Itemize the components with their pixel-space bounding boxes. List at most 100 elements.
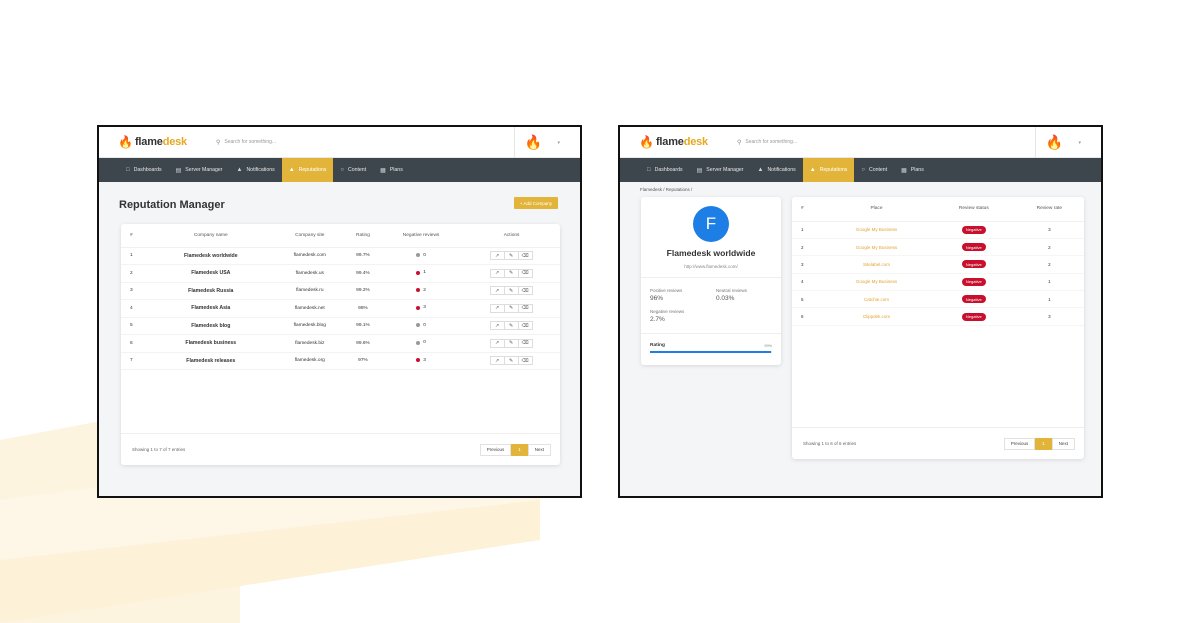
pagination-next[interactable]: Next [527, 443, 551, 456]
thumbs-up-icon: ▲ [809, 167, 816, 173]
pagination-page-1[interactable]: 1 [1035, 437, 1052, 450]
table-row: 3 Sitelabel.com Negative 2 [792, 255, 1084, 274]
companies-table-card: # Company name Company site Rating Negat… [121, 224, 560, 465]
top-bar: 🔥 flamedesk ⚲ Search for something... 🔥 … [620, 127, 1101, 158]
nav-item-server-manager[interactable]: ▤ Server Manager [169, 158, 230, 182]
pagination-previous[interactable]: Previous [479, 443, 512, 456]
table-row: 3 Flamedesk Russia flamedesk.ru 99.2% 2 ↗ ✎ ⌫ [121, 282, 560, 300]
place-link[interactable]: Sitelabel.com [863, 262, 890, 267]
nav-item-dashboards[interactable]: □ Dashboards [119, 158, 169, 182]
trash-icon[interactable]: ⌫ [517, 303, 533, 313]
row-number: 6 [121, 334, 149, 353]
search-placeholder: Search for something... [745, 139, 798, 145]
add-company-button[interactable]: + Add Company [513, 197, 558, 209]
pagination-previous[interactable]: Previous [1003, 437, 1036, 450]
column-header[interactable]: Review status [932, 197, 1015, 222]
pagination-next[interactable]: Next [1051, 437, 1075, 450]
rating-progress-fill [650, 351, 771, 353]
chart-line-icon[interactable]: ↗ [489, 338, 505, 348]
pencil-icon[interactable]: ✎ [503, 321, 519, 331]
breadcrumb[interactable]: Flamedesk / Reputations / [640, 187, 692, 192]
place-link[interactable]: Catchie.com [864, 297, 889, 302]
chart-line-icon[interactable]: ↗ [489, 321, 505, 331]
chart-line-icon[interactable]: ↗ [489, 303, 505, 313]
column-header[interactable]: Place [820, 197, 933, 222]
nav-item-content[interactable]: ○ Content [854, 158, 894, 182]
chart-line-icon[interactable]: ↗ [489, 286, 505, 296]
place-link[interactable]: Google My Business [856, 279, 897, 284]
nav-label: Plans [910, 167, 924, 173]
column-header[interactable]: Review rate [1014, 197, 1084, 222]
chart-icon: ▦ [901, 167, 907, 174]
pencil-icon[interactable]: ✎ [503, 286, 519, 296]
nav-item-reputations[interactable]: ▲ Reputations [281, 158, 334, 182]
table-row: 6 Clippdek.com Negative 3 [792, 307, 1084, 326]
trash-icon[interactable]: ⌫ [517, 321, 533, 331]
logo[interactable]: 🔥 flamedesk [639, 135, 737, 149]
top-bar: 🔥 flamedesk ⚲ Search for something... 🔥 … [99, 127, 580, 158]
flame-logo-icon: 🔥 [118, 135, 133, 149]
place-link[interactable]: Clippdek.com [863, 314, 890, 319]
pencil-icon[interactable]: ✎ [503, 251, 519, 261]
trash-icon[interactable]: ⌫ [517, 268, 533, 278]
place-link[interactable]: Google My Business [856, 245, 897, 250]
table-row: 6 Flamedesk business flamedesk.biz 99.6% 0 ↗ ✎… [121, 334, 560, 353]
search-icon: ⚲ [216, 139, 221, 146]
pencil-icon[interactable]: ✎ [503, 303, 519, 313]
nav-item-reputations[interactable]: ▲ Reputations [802, 158, 855, 182]
column-header[interactable]: Company name [149, 224, 273, 248]
nav-item-notifications[interactable]: ▲ Notifications [750, 158, 802, 182]
chart-line-icon[interactable]: ↗ [489, 268, 505, 278]
row-actions: ↗ ✎ ⌫ [489, 321, 533, 331]
column-header[interactable]: Negative reviews [378, 224, 464, 248]
status-dot-icon [416, 340, 421, 345]
status-badge: Negative [961, 243, 986, 252]
company-name: Flamedesk releases [149, 352, 273, 370]
nav-item-dashboards[interactable]: □ Dashboards [640, 158, 690, 182]
nav-item-content[interactable]: ○ Content [333, 158, 373, 182]
user-menu[interactable]: 🔥 ▾ [1035, 127, 1081, 158]
company-site: flamedesk.biz [272, 334, 347, 353]
user-menu[interactable]: 🔥 ▾ [514, 127, 560, 158]
stat-value: 96% [650, 295, 664, 302]
status-badge: Negative [961, 295, 986, 304]
pencil-icon[interactable]: ✎ [503, 268, 519, 278]
trash-icon[interactable]: ⌫ [517, 356, 533, 366]
company-url[interactable]: http://www.flamedesk.com/ [641, 264, 781, 269]
nav-item-plans[interactable]: ▦ Plans [894, 158, 931, 182]
positive-reviews-stat: Positive reviews 96% [650, 288, 682, 302]
negative-count: 2 [423, 287, 426, 293]
nav-item-notifications[interactable]: ▲ Notifications [229, 158, 281, 182]
chart-line-icon[interactable]: ↗ [489, 251, 505, 261]
pencil-icon[interactable]: ✎ [503, 338, 519, 348]
trash-icon[interactable]: ⌫ [517, 286, 533, 296]
status-dot-icon [416, 323, 421, 327]
rating-percent: 99% [764, 344, 772, 348]
column-header[interactable]: Rating [346, 224, 379, 248]
rating-value: 98% [346, 299, 379, 318]
nav-item-server-manager[interactable]: ▤ Server Manager [690, 158, 751, 182]
company-name: Flamedesk Asia [149, 299, 273, 318]
row-actions: ↗ ✎ ⌫ [489, 251, 533, 261]
company-profile-card: F Flamedesk worldwide http://www.flamede… [641, 197, 781, 365]
trash-icon[interactable]: ⌫ [517, 251, 533, 261]
logo[interactable]: 🔥 flamedesk [118, 135, 216, 149]
column-header[interactable]: Company site [272, 224, 347, 248]
pencil-icon[interactable]: ✎ [503, 356, 519, 366]
pagination-page-1[interactable]: 1 [511, 443, 528, 456]
chart-line-icon[interactable]: ↗ [489, 356, 505, 366]
search-input[interactable]: ⚲ Search for something... [737, 139, 797, 146]
trash-icon[interactable]: ⌫ [517, 338, 533, 348]
search-input[interactable]: ⚲ Search for something... [216, 139, 276, 146]
company-site: flamedesk.us [272, 264, 347, 283]
company-site: flamedesk.org [272, 352, 347, 370]
table-header-row: # Company name Company site Rating Negat… [121, 224, 560, 248]
place-link[interactable]: Google My Business [856, 227, 897, 232]
negative-count: 0 [423, 252, 426, 258]
nav-item-plans[interactable]: ▦ Plans [373, 158, 410, 182]
nav-label: Notifications [767, 167, 796, 173]
table-row: 1 Google My Business Negative 3 [792, 221, 1084, 239]
reputation-detail-screenshot: 🔥 flamedesk ⚲ Search for something... 🔥 … [618, 125, 1103, 498]
table-row: 5 Flamedesk blog flamedesk.blog 99.1% 0 ↗ ✎ ⌫ [121, 317, 560, 335]
status-dot-icon [416, 270, 421, 275]
